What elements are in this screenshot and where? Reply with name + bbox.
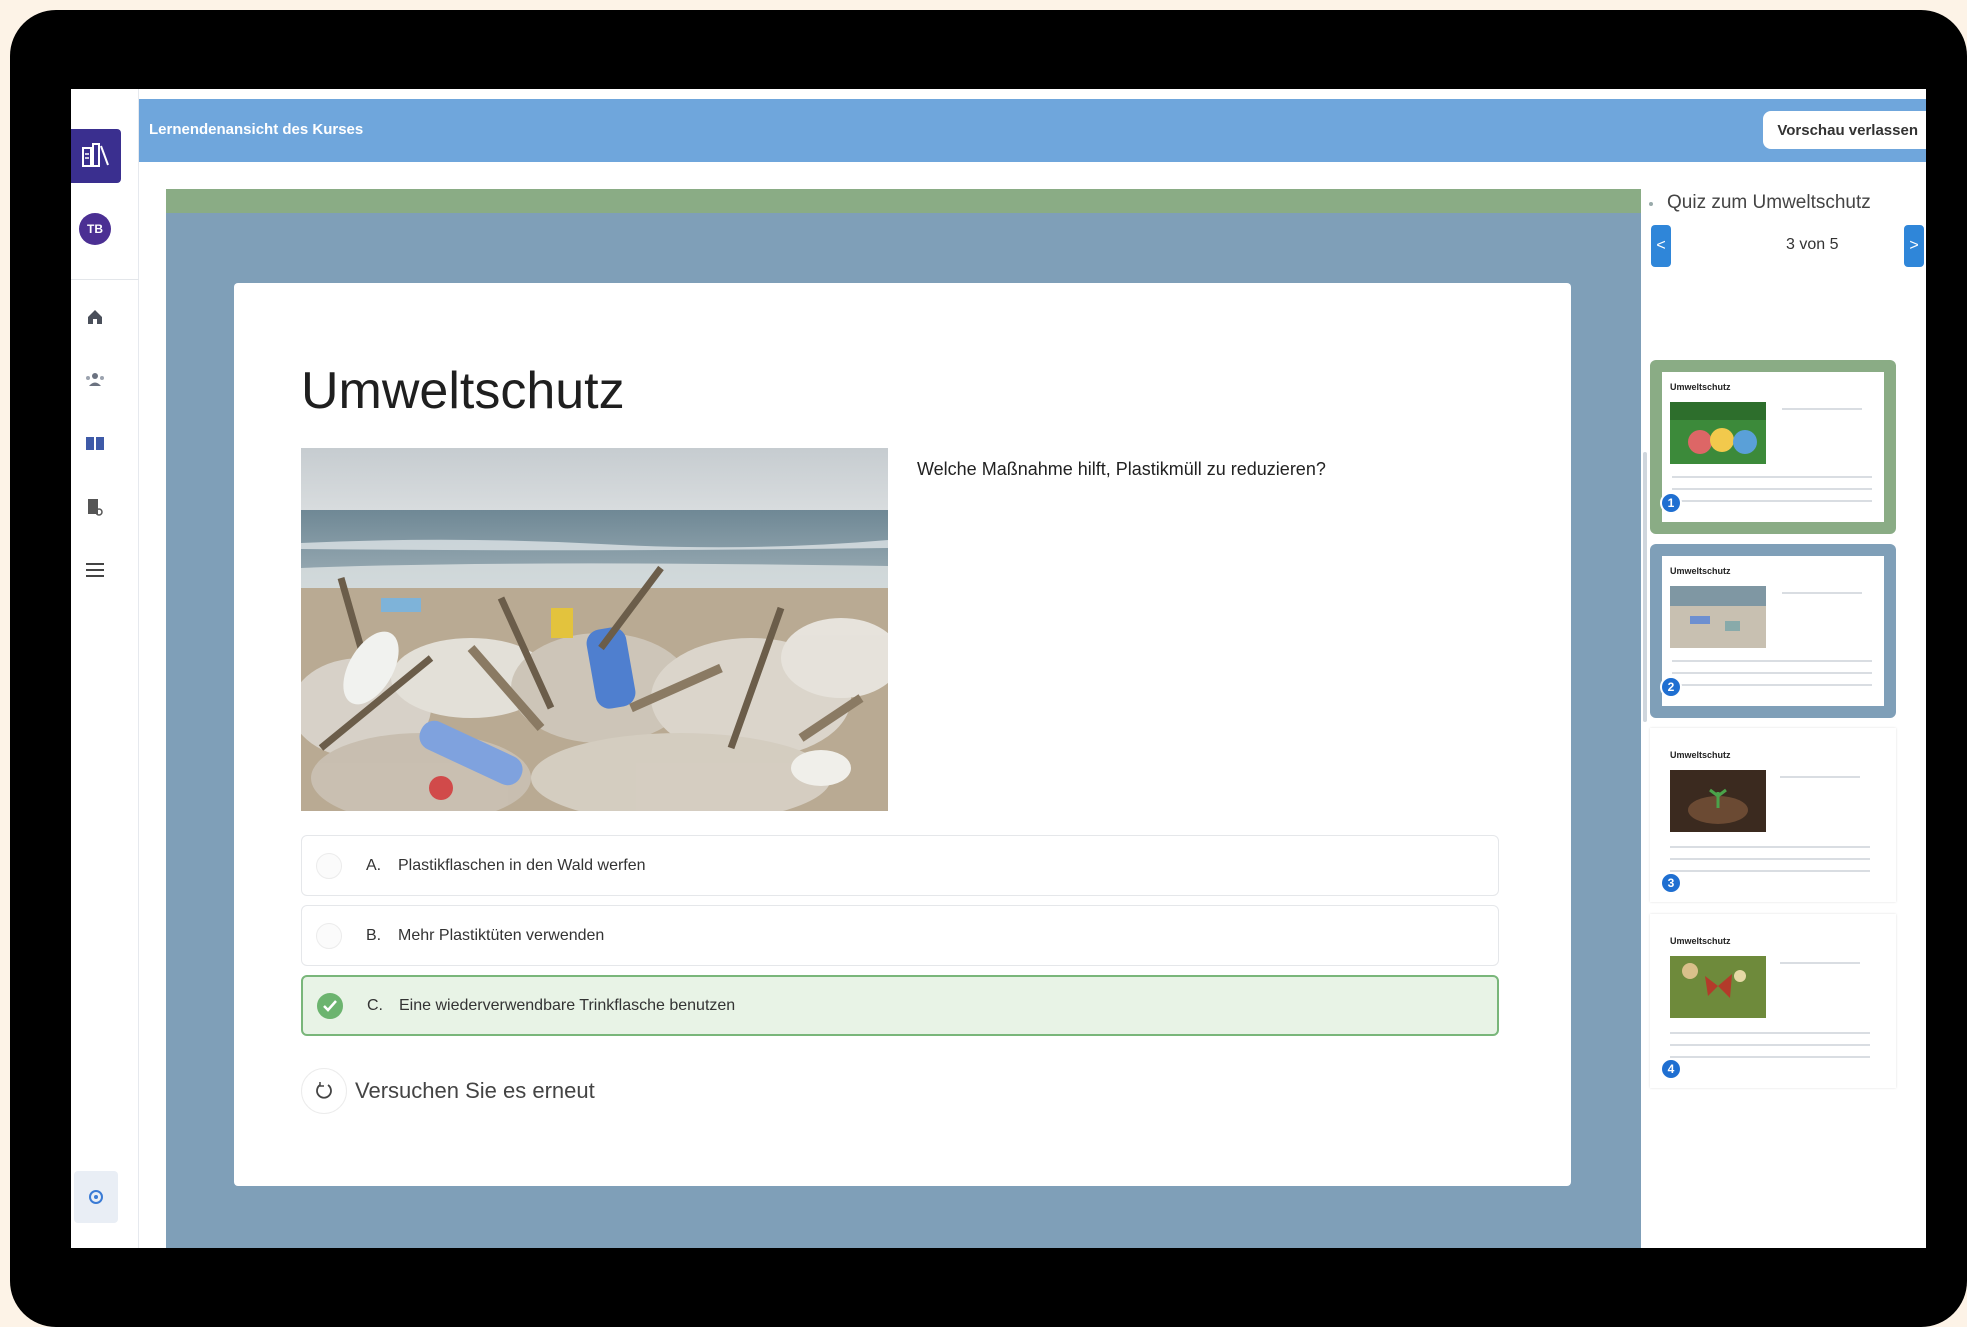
slide-thumbnail-2[interactable]: Umweltschutz 2 xyxy=(1650,544,1896,718)
thumbnail-title: Umweltschutz xyxy=(1670,382,1731,392)
next-slide-button[interactable]: > xyxy=(1904,225,1924,267)
progress-bar xyxy=(166,189,1641,213)
thumbnail-number: 2 xyxy=(1660,676,1682,698)
page-counter: 3 von 5 xyxy=(1786,236,1839,253)
thumbnail-title: Umweltschutz xyxy=(1670,566,1731,576)
thumbnail-preview: Umweltschutz xyxy=(1662,372,1884,522)
option-letter: B. xyxy=(366,926,382,944)
app-screen: TB Lernendenansicht des Kurses Vorschau … xyxy=(71,89,1926,1248)
thumbnail-title: Umweltschutz xyxy=(1670,750,1731,760)
support-button[interactable] xyxy=(74,1171,118,1223)
question-image xyxy=(301,448,888,811)
thumbnail-preview: Umweltschutz xyxy=(1650,914,1896,1088)
question-title: Umweltschutz xyxy=(301,362,625,420)
radio-button[interactable] xyxy=(316,852,342,879)
option-letter: A. xyxy=(366,856,382,874)
thumbnail-number: 1 xyxy=(1660,492,1682,514)
left-rail: TB xyxy=(71,89,139,1248)
slide-panel: Quiz zum Umweltschutz < 3 von 5 > Umwelt… xyxy=(1641,162,1926,1248)
thumbnail-number: 4 xyxy=(1660,1058,1682,1080)
logo-icon xyxy=(82,143,109,167)
answer-option-b[interactable]: B. Mehr Plastiktüten verwenden xyxy=(301,905,1499,966)
option-text: Mehr Plastiktüten verwenden xyxy=(398,926,605,944)
thumbnail-image xyxy=(1670,956,1766,1018)
option-letter: C. xyxy=(367,996,383,1014)
breadcrumb-dot xyxy=(1649,202,1653,206)
device-frame: TB Lernendenansicht des Kurses Vorschau … xyxy=(10,10,1967,1327)
page-title: Lernendenansicht des Kurses xyxy=(149,121,364,138)
group-icon[interactable] xyxy=(79,364,111,396)
support-icon xyxy=(89,1190,103,1204)
avatar[interactable]: TB xyxy=(79,213,111,245)
menu-icon[interactable] xyxy=(79,554,111,586)
book-icon[interactable] xyxy=(79,427,111,459)
thumbnail-image xyxy=(1670,770,1766,832)
question-card: Umweltschutz Welche Maßnahme hilft, Plas… xyxy=(234,283,1571,1186)
prev-slide-button[interactable]: < xyxy=(1651,225,1671,267)
retry-icon xyxy=(301,1068,347,1114)
report-icon[interactable] xyxy=(79,491,111,523)
option-text: Eine wiederverwendbare Trinkflasche benu… xyxy=(399,996,736,1014)
option-text: Plastikflaschen in den Wald werfen xyxy=(398,856,646,874)
thumbnail-preview: Umweltschutz xyxy=(1650,728,1896,902)
question-text: Welche Maßnahme hilft, Plastikmüll zu re… xyxy=(917,459,1326,479)
radio-button[interactable] xyxy=(316,922,342,949)
top-bar: Lernendenansicht des Kurses Vorschau ver… xyxy=(139,99,1926,162)
slide-thumbnail-1[interactable]: Umweltschutz 1 xyxy=(1650,360,1896,534)
slide-thumbnail-4[interactable]: Umweltschutz 4 xyxy=(1650,914,1896,1088)
check-icon[interactable] xyxy=(317,992,343,1019)
scrollbar[interactable] xyxy=(1643,452,1647,722)
slide-thumbnail-3[interactable]: Umweltschutz 3 xyxy=(1650,728,1896,902)
breadcrumb[interactable]: Quiz zum Umweltschutz xyxy=(1667,192,1871,214)
home-icon[interactable] xyxy=(79,301,111,333)
thumbnail-title: Umweltschutz xyxy=(1670,936,1731,946)
app-logo[interactable] xyxy=(71,129,121,183)
content-stage: Umweltschutz Welche Maßnahme hilft, Plas… xyxy=(166,189,1641,1248)
answer-option-a[interactable]: A. Plastikflaschen in den Wald werfen xyxy=(301,835,1499,896)
rail-divider xyxy=(71,279,139,280)
thumbnail-preview: Umweltschutz xyxy=(1662,556,1884,706)
retry-button[interactable]: Versuchen Sie es erneut xyxy=(301,1068,595,1114)
thumbnail-number: 3 xyxy=(1660,872,1682,894)
thumbnail-image xyxy=(1670,586,1766,648)
exit-preview-button[interactable]: Vorschau verlassen xyxy=(1763,111,1926,149)
retry-label: Versuchen Sie es erneut xyxy=(355,1078,595,1103)
thumbnail-image xyxy=(1670,402,1766,464)
answer-option-c[interactable]: C. Eine wiederverwendbare Trinkflasche b… xyxy=(301,975,1499,1036)
